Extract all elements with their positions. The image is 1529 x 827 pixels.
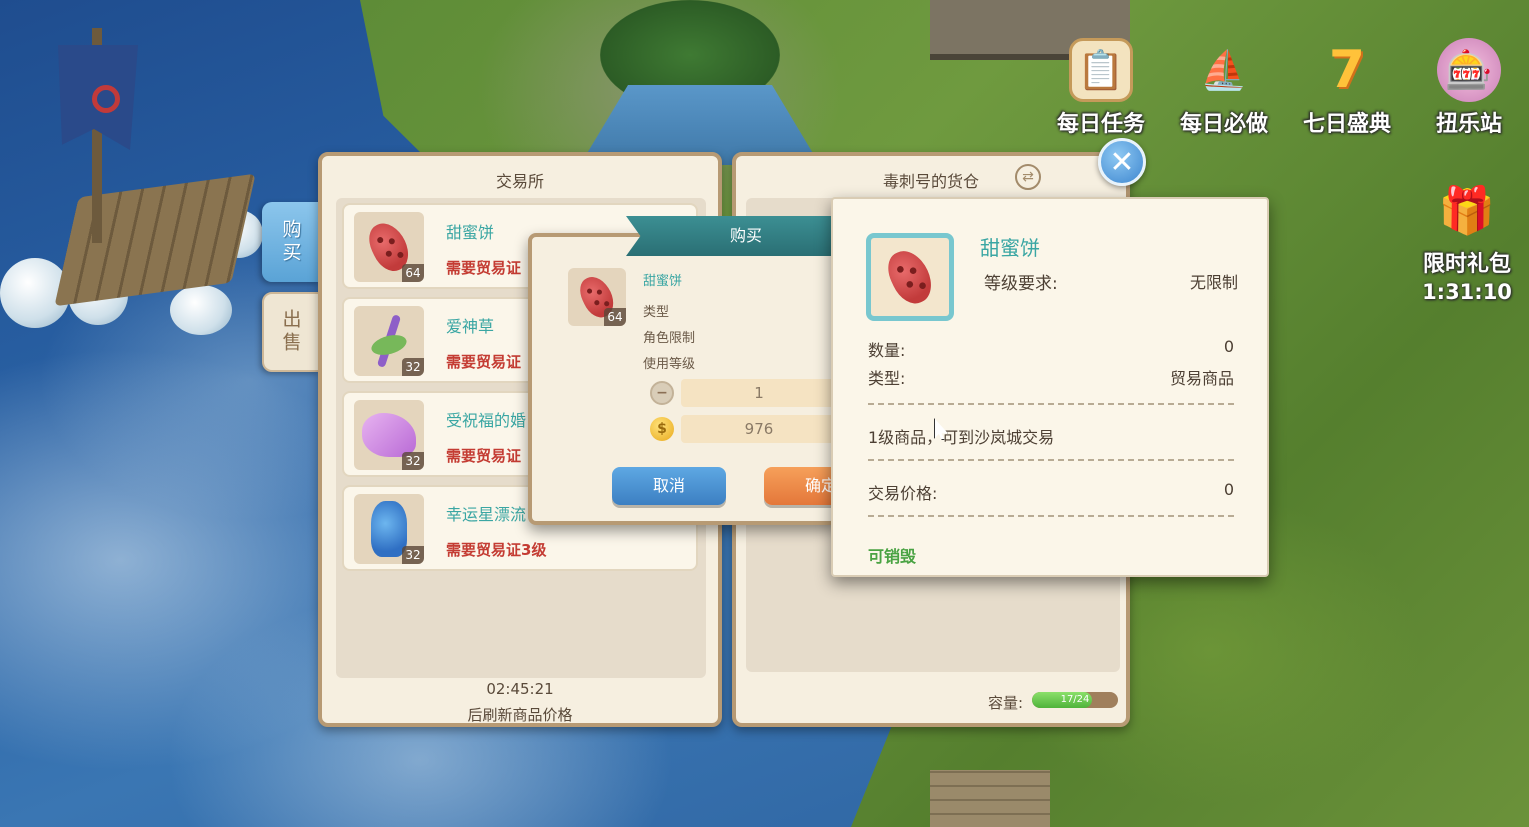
event-gacha[interactable]: 🎰 扭乐站 [1414,38,1524,138]
item-slot: 64 [354,212,424,282]
item-count: 32 [402,546,424,564]
flag-emblem [92,85,120,113]
tooltip-level-label: 等级要求: [984,274,1058,294]
minus-icon[interactable]: − [650,381,674,405]
gift-box-icon: 🎁 [1438,183,1496,237]
item-count: 64 [604,308,626,326]
tab-buy[interactable]: 购买 [262,202,320,282]
item-count: 32 [402,452,424,470]
item-slot: 32 [354,306,424,376]
tooltip-destroyable: 可销毁 [868,547,917,566]
event-label: 每日必做 [1179,112,1268,137]
limited-gift-timer: 1:31:10 [1422,280,1512,304]
item-slot: 32 [354,400,424,470]
buy-field-role: 角色限制 [643,331,696,346]
limited-gift-label: 限时礼包 [1422,252,1511,277]
sweet-cookie-icon [881,244,939,310]
item-slot: 32 [354,494,424,564]
blessed-cloth-icon [362,413,416,457]
tooltip-description: 1级商品，可到沙岚城交易 [868,428,1055,447]
capacity-bar: 17/24 [1032,692,1118,708]
event-seven-day[interactable]: 7 七日盛典 [1292,38,1402,138]
buy-item-slot: 64 [568,268,626,326]
cargo-title: 毒刺号的货仓 [882,172,979,191]
tooltip-qty-value: 0 [1223,337,1234,356]
event-label: 扭乐站 [1435,112,1502,137]
event-daily-task[interactable]: 📋 每日任务 [1046,38,1156,138]
quantity-input[interactable]: 1 [681,379,837,407]
tooltip-qty-label: 数量: [868,341,906,360]
close-icon[interactable]: ✕ [1098,138,1146,186]
task-board-icon: 📋 [1069,38,1133,102]
buy-dialog-title: 购买 [626,216,866,256]
item-requirement: 需要贸易证 [446,353,522,371]
tooltip-level-value: 无限制 [1189,273,1238,292]
wooden-dock [930,770,1050,827]
coin-icon: $ [650,417,674,441]
item-count: 64 [402,264,424,282]
tab-sell[interactable]: 出售 [262,292,320,372]
tooltip-item-name: 甜蜜饼 [980,236,1040,260]
ship-icon: ⛵ [1200,48,1248,92]
capacity-text: 17/24 [1060,694,1090,705]
exchange-title: 交易所 [495,172,544,191]
divider [868,459,1234,461]
item-requirement: 需要贸易证 [446,259,522,277]
item-name: 甜蜜饼 [446,223,495,242]
tooltip-type-value: 贸易商品 [1169,369,1234,388]
buy-field-type: 类型 [643,305,670,320]
swap-icon[interactable]: ⇄ [1015,164,1041,190]
cancel-button[interactable]: 取消 [612,467,726,505]
item-requirement: 需要贸易证3级 [446,541,547,559]
gacha-icon: 🎰 [1437,38,1501,102]
limited-gift-button[interactable]: 🎁 限时礼包 1:31:10 [1412,178,1522,304]
seven-day-icon: 7 [1328,40,1366,100]
item-name: 爱神草 [446,317,495,336]
event-label: 七日盛典 [1302,112,1391,137]
buoy [170,285,232,335]
tooltip-price-value: 0 [1223,480,1234,499]
divider [868,403,1234,405]
tooltip-item-slot [866,233,954,321]
item-name: 幸运星漂流 [446,505,527,524]
divider [868,515,1234,517]
buy-item-name: 甜蜜饼 [643,274,683,289]
refresh-text: 后刷新商品价格 [467,706,573,724]
tooltip-price-label: 交易价格: [868,484,938,503]
tooltip-type-label: 类型: [868,369,906,388]
item-requirement: 需要贸易证 [446,447,522,465]
capacity-label: 容量: [988,694,1024,712]
item-count: 32 [402,358,424,376]
refresh-countdown: 02:45:21 [486,680,554,698]
event-daily-must[interactable]: ⛵ 每日必做 [1169,38,1279,138]
total-price: 976 [681,415,837,443]
buy-field-level: 使用等级 [643,357,696,372]
event-label: 每日任务 [1056,112,1145,137]
item-name: 受祝福的婚 [446,411,527,430]
